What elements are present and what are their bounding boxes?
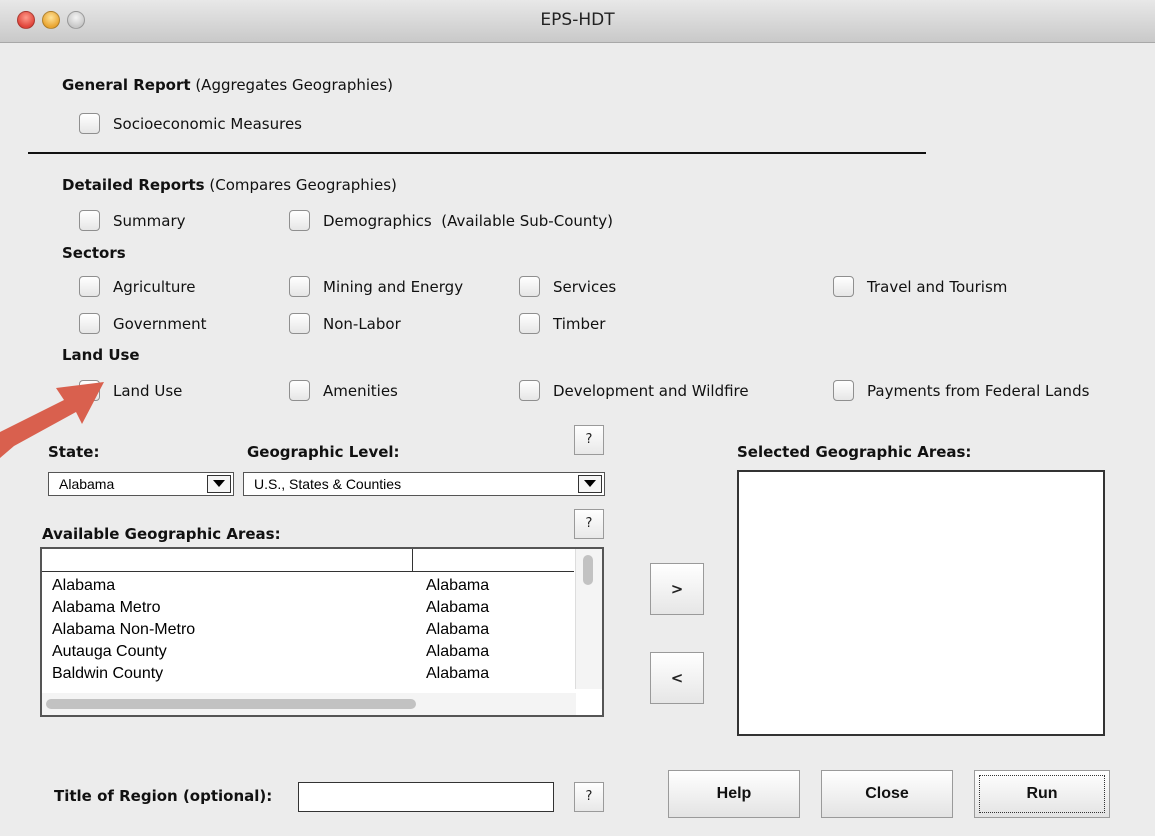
title-of-region-input[interactable] bbox=[298, 782, 554, 812]
checkbox-label: Travel and Tourism bbox=[867, 277, 1008, 296]
checkbox-label: Timber bbox=[553, 314, 606, 333]
app-window: EPS-HDT General Report (Aggregates Geogr… bbox=[0, 0, 1155, 836]
checkbox-summary[interactable]: Summary bbox=[79, 210, 186, 231]
selected-areas-list[interactable] bbox=[737, 470, 1105, 736]
run-button[interactable]: Run bbox=[974, 770, 1110, 818]
checkbox-box[interactable] bbox=[833, 380, 854, 401]
checkbox-label: Summary bbox=[113, 211, 186, 230]
checkbox-box[interactable] bbox=[289, 313, 310, 334]
available-areas-help-button[interactable]: ? bbox=[574, 509, 604, 539]
checkbox-box[interactable] bbox=[289, 210, 310, 231]
list-item[interactable]: Autauga County Alabama bbox=[52, 643, 522, 666]
title-of-region-label: Title of Region (optional): bbox=[54, 787, 273, 805]
geographic-level-help-button[interactable]: ? bbox=[574, 425, 604, 455]
help-button[interactable]: Help bbox=[668, 770, 800, 818]
checkbox-box[interactable] bbox=[289, 380, 310, 401]
checkbox-label: Amenities bbox=[323, 381, 398, 400]
annotation-arrow-icon bbox=[0, 382, 104, 458]
detailed-reports-title: Detailed Reports bbox=[62, 176, 205, 194]
chevron-down-icon[interactable] bbox=[207, 475, 231, 493]
checkbox-box[interactable] bbox=[79, 113, 100, 134]
checkbox-box[interactable] bbox=[79, 210, 100, 231]
checkbox-label: Non-Labor bbox=[323, 314, 401, 333]
state-select[interactable]: Alabama bbox=[48, 472, 234, 496]
checkbox-box[interactable] bbox=[79, 276, 100, 297]
general-report-title: General Report bbox=[62, 76, 191, 94]
checkbox-timber[interactable]: Timber bbox=[519, 313, 605, 334]
list-item[interactable]: Alabama Alabama bbox=[52, 577, 522, 600]
checkbox-label: Mining and Energy bbox=[323, 277, 464, 296]
checkbox-box[interactable] bbox=[519, 276, 540, 297]
checkbox-development-wildfire[interactable]: Development and Wildfire bbox=[519, 380, 749, 401]
checkbox-label: Government bbox=[113, 314, 207, 333]
area-state: Alabama bbox=[426, 665, 490, 682]
checkbox-label: Socioeconomic Measures bbox=[113, 114, 302, 133]
checkbox-label: Development and Wildfire bbox=[553, 381, 749, 400]
scroll-thumb[interactable] bbox=[583, 555, 593, 585]
general-report-note: (Aggregates Geographies) bbox=[190, 76, 393, 94]
area-name: Baldwin County bbox=[52, 665, 164, 682]
title-help-button[interactable]: ? bbox=[574, 782, 604, 812]
area-name: Autauga County bbox=[52, 643, 167, 660]
detailed-reports-header: Detailed Reports (Compares Geographies) bbox=[62, 176, 397, 194]
list-item[interactable]: Alabama Metro Alabama bbox=[52, 599, 522, 622]
list-header bbox=[42, 549, 574, 572]
geographic-level-label: Geographic Level: bbox=[247, 443, 400, 461]
remove-area-button[interactable]: < bbox=[650, 652, 704, 704]
title-bar: EPS-HDT bbox=[0, 0, 1155, 43]
add-area-button[interactable]: > bbox=[650, 563, 704, 615]
run-button-label: Run bbox=[979, 775, 1105, 813]
close-button[interactable]: Close bbox=[821, 770, 953, 818]
general-report-header: General Report (Aggregates Geographies) bbox=[62, 76, 393, 94]
land-use-header: Land Use bbox=[62, 346, 140, 364]
checkbox-box[interactable] bbox=[519, 313, 540, 334]
list-item[interactable]: Baldwin County Alabama bbox=[52, 665, 522, 688]
checkbox-box[interactable] bbox=[79, 313, 100, 334]
checkbox-amenities[interactable]: Amenities bbox=[289, 380, 398, 401]
area-state: Alabama bbox=[426, 577, 490, 594]
area-state: Alabama bbox=[426, 621, 490, 638]
checkbox-box[interactable] bbox=[519, 380, 540, 401]
sectors-header: Sectors bbox=[62, 244, 126, 262]
checkbox-travel-tourism[interactable]: Travel and Tourism bbox=[833, 276, 1007, 297]
vertical-scrollbar[interactable] bbox=[575, 549, 602, 689]
checkbox-box[interactable] bbox=[289, 276, 310, 297]
checkbox-label: Agriculture bbox=[113, 277, 196, 296]
geographic-level-select[interactable]: U.S., States & Counties bbox=[243, 472, 605, 496]
scroll-thumb[interactable] bbox=[46, 699, 416, 709]
checkbox-non-labor[interactable]: Non-Labor bbox=[289, 313, 401, 334]
area-name: Alabama Non-Metro bbox=[52, 621, 196, 638]
geographic-level-select-value: U.S., States & Counties bbox=[254, 476, 402, 492]
checkbox-label: Payments from Federal Lands bbox=[867, 381, 1090, 400]
area-name: Alabama Metro bbox=[52, 599, 161, 616]
area-state: Alabama bbox=[426, 599, 490, 616]
horizontal-scrollbar[interactable] bbox=[42, 693, 576, 715]
list-item[interactable]: Alabama Non-Metro Alabama bbox=[52, 621, 522, 644]
checkbox-label: Land Use bbox=[113, 381, 183, 400]
window-title: EPS-HDT bbox=[540, 10, 615, 30]
checkbox-mining-energy[interactable]: Mining and Energy bbox=[289, 276, 463, 297]
area-name: Alabama bbox=[52, 577, 116, 594]
available-areas-label: Available Geographic Areas: bbox=[42, 525, 281, 543]
checkbox-payments-federal-lands[interactable]: Payments from Federal Lands bbox=[833, 380, 1089, 401]
area-state: Alabama bbox=[426, 643, 490, 660]
state-select-value: Alabama bbox=[59, 476, 115, 492]
detailed-reports-note: (Compares Geographies) bbox=[204, 176, 397, 194]
checkbox-box[interactable] bbox=[833, 276, 854, 297]
checkbox-label: Services bbox=[553, 277, 617, 296]
section-divider bbox=[28, 152, 926, 154]
checkbox-government[interactable]: Government bbox=[79, 313, 207, 334]
checkbox-label: Demographics (Available Sub-County) bbox=[323, 211, 613, 230]
selected-areas-label: Selected Geographic Areas: bbox=[737, 443, 972, 461]
checkbox-demographics[interactable]: Demographics (Available Sub-County) bbox=[289, 210, 613, 231]
checkbox-agriculture[interactable]: Agriculture bbox=[79, 276, 196, 297]
checkbox-socioeconomic-measures[interactable]: Socioeconomic Measures bbox=[79, 113, 302, 134]
column-separator bbox=[412, 549, 413, 571]
checkbox-services[interactable]: Services bbox=[519, 276, 616, 297]
chevron-down-icon[interactable] bbox=[578, 475, 602, 493]
available-areas-list[interactable]: Alabama Alabama Alabama Metro Alabama Al… bbox=[40, 547, 604, 717]
